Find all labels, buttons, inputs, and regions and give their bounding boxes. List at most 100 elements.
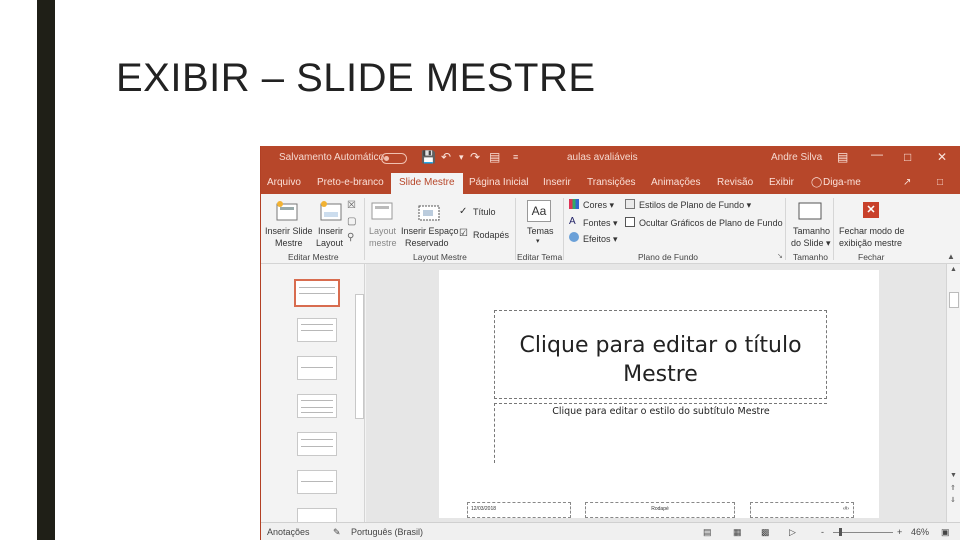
autosave-toggle[interactable] [381,153,407,164]
layout-master-label-2[interactable]: mestre [369,238,397,248]
footers-check-label[interactable]: Rodapés [473,230,509,240]
status-bar: Anotações ✎ Português (Brasil) ▤ ▦ ▩ ▷ -… [261,522,960,540]
tab-inserir[interactable]: Inserir [543,177,571,188]
close-icon[interactable]: ✕ [937,150,947,164]
minimize-icon[interactable]: — [871,147,883,161]
date-placeholder[interactable]: 12/03/2018 [467,502,571,518]
spelling-icon[interactable]: ✎ [333,527,341,538]
insert-layout-icon[interactable] [319,200,343,222]
insert-placeholder-label-1[interactable]: Inserir Espaço [401,226,459,236]
zoom-level[interactable]: 46% [911,527,929,537]
dialog-launcher-icon[interactable]: ↘ [777,252,783,260]
thumbnail-layout[interactable] [297,470,337,494]
insert-layout-label-2[interactable]: Layout [316,238,343,248]
subtitle-placeholder[interactable]: Clique para editar o estilo do subtítulo… [494,403,827,463]
layout-master-icon[interactable] [371,200,393,222]
outline-view-icon[interactable]: ▦ [733,527,742,538]
themes-label[interactable]: Temas [527,226,554,236]
previous-slide-icon[interactable]: ⇑ [950,484,956,492]
zoom-slider[interactable] [833,532,893,533]
slide-size-label-2[interactable]: do Slide ▾ [791,238,831,249]
fonts-icon[interactable]: A [569,216,576,227]
save-icon[interactable]: 💾 [421,150,436,164]
rename-icon[interactable]: ▢ [347,216,356,227]
ribbon-tabs: Arquivo Preto-e-branco Slide Mestre Pági… [261,170,960,194]
background-styles-icon[interactable] [625,199,635,209]
close-master-view-icon[interactable]: ✕ [863,202,879,218]
ribbon-display-icon[interactable]: ▤ [837,150,848,164]
hide-bg-checkbox[interactable] [625,217,635,227]
zoom-in-button[interactable]: + [897,527,902,537]
effects-icon[interactable] [569,232,579,242]
group-separator [515,198,516,260]
tab-revisao[interactable]: Revisão [717,177,753,188]
master-slide[interactable]: Clique para editar o título Mestre Cliqu… [439,270,879,518]
notes-button[interactable]: Anotações [267,527,310,537]
delete-icon[interactable]: ☒ [347,200,356,211]
start-presentation-icon[interactable]: ▤ [489,150,500,164]
colors-label[interactable]: Cores ▾ [583,200,614,211]
scroll-up-icon[interactable]: ▲ [950,266,957,273]
presentation-slide-title: EXIBIR – SLIDE MESTRE [116,56,596,100]
title-checkbox[interactable]: ✓ [459,206,467,217]
tab-transicoes[interactable]: Transições [587,177,636,188]
presenter-view-icon[interactable]: ▷ [789,527,796,538]
insert-slide-master-label-1[interactable]: Inserir Slide [265,226,313,236]
tab-animacoes[interactable]: Animações [651,177,700,188]
fonts-label[interactable]: Fontes ▾ [583,218,618,229]
next-slide-icon[interactable]: ⇓ [950,496,956,504]
close-master-label-1[interactable]: Fechar modo de [839,226,905,236]
themes-icon[interactable]: Aa [527,200,551,222]
footer-placeholder[interactable]: Rodapé [585,502,735,518]
tab-exibir[interactable]: Exibir [769,177,794,188]
preserve-icon[interactable]: ⚲ [347,232,354,243]
vertical-scrollbar[interactable]: ▲ ▼ ⇑ ⇓ [946,264,960,522]
dropdown-icon[interactable]: ▾ [459,152,464,163]
hide-bg-label[interactable]: Ocultar Gráficos de Plano de Fundo [639,218,783,228]
insert-placeholder-label-2[interactable]: Reservado [405,238,449,248]
tab-diga-me[interactable]: Diga-me [823,177,861,188]
insert-placeholder-icon[interactable] [417,204,441,222]
normal-view-icon[interactable]: ▤ [703,527,712,538]
background-styles-label[interactable]: Estilos de Plano de Fundo ▾ [639,200,751,211]
title-placeholder[interactable]: Clique para editar o título Mestre [494,310,827,399]
undo-icon[interactable]: ↶ [441,150,451,164]
redo-icon[interactable]: ↷ [470,150,480,164]
zoom-slider-handle[interactable] [839,528,842,536]
thumbnail-scrollbar[interactable] [355,294,364,419]
language-label[interactable]: Português (Brasil) [351,527,423,537]
thumbnail-layout[interactable] [297,432,337,456]
scroll-down-icon[interactable]: ▼ [950,472,957,479]
tab-pagina-inicial[interactable]: Página Inicial [469,177,528,188]
scroll-thumb[interactable] [949,292,959,308]
maximize-icon[interactable]: □ [904,150,911,164]
insert-layout-label-1[interactable]: Inserir [318,226,343,236]
insert-slide-master-label-2[interactable]: Mestre [275,238,303,248]
thumbnail-layout[interactable] [297,394,337,418]
slide-size-label-1[interactable]: Tamanho [793,226,830,236]
slide-size-icon[interactable] [797,200,823,222]
comments-icon[interactable]: □ [937,177,943,188]
thumbnail-layout[interactable] [297,318,337,342]
customize-toolbar-icon[interactable]: ≡ [513,152,518,162]
group-edit-theme: Editar Tema [517,252,563,262]
footers-checkbox[interactable]: ☑ [459,228,468,239]
fit-slide-icon[interactable]: ▣ [941,527,950,538]
thumbnail-master[interactable] [294,279,340,307]
title-check-label[interactable]: Título [473,207,496,217]
effects-label[interactable]: Efeitos ▾ [583,234,618,245]
tab-slide-mestre[interactable]: Slide Mestre [391,173,463,194]
collapse-ribbon-icon[interactable]: ▲ [947,252,955,261]
thumbnail-layout[interactable] [297,356,337,380]
slide-number-placeholder[interactable]: ‹#› [750,502,854,518]
colors-icon[interactable] [569,199,579,209]
zoom-out-button[interactable]: - [821,527,824,537]
insert-slide-master-icon[interactable] [275,200,299,222]
slide-sorter-icon[interactable]: ▩ [761,527,770,538]
tab-arquivo[interactable]: Arquivo [267,177,301,188]
layout-master-label-1[interactable]: Layout [369,226,396,236]
share-icon[interactable]: ↗ [903,177,911,188]
tab-preto-e-branco[interactable]: Preto-e-branco [317,177,384,188]
close-master-label-2[interactable]: exibição mestre [839,238,902,248]
chevron-down-icon[interactable]: ▾ [536,237,540,245]
